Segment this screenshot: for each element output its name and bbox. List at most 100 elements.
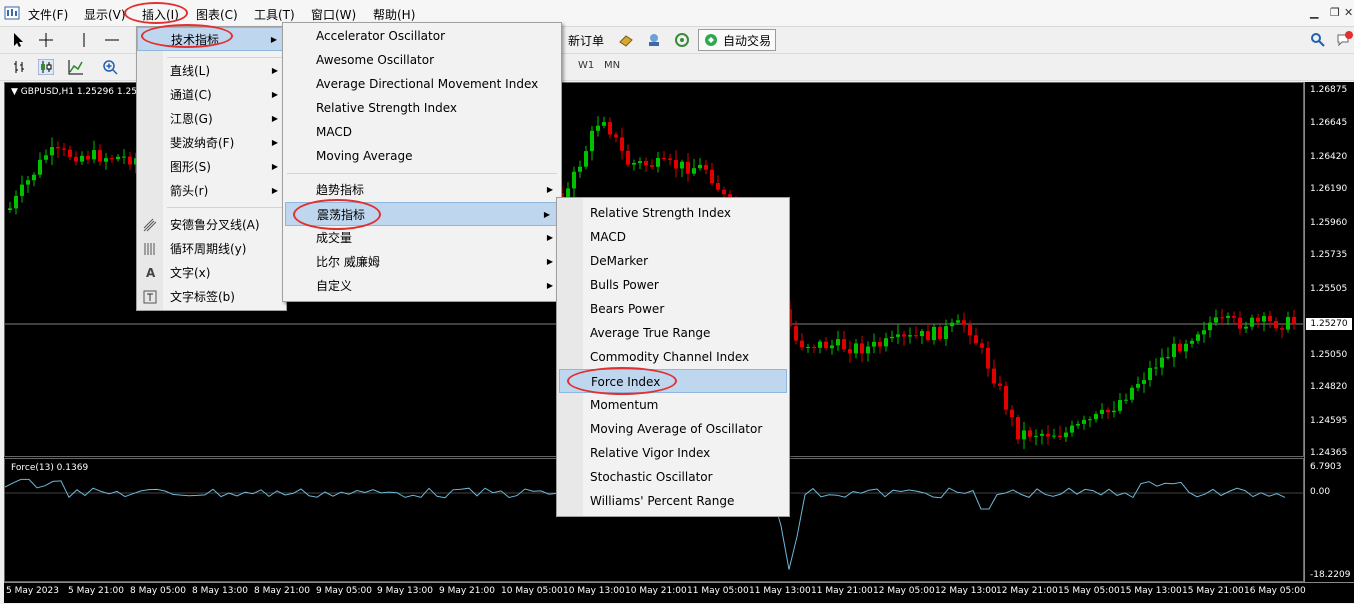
indicators-submenu: Accelerator Oscillator Awesome Oscillato… [282,22,562,302]
candle-body [800,340,804,348]
candle-body [1058,435,1062,438]
candle-body [1292,316,1296,325]
menu-item-williams-r[interactable]: Williams' Percent Range [557,489,789,513]
menu-item-adx[interactable]: Average Directional Movement Index [283,72,561,96]
menu-help[interactable]: 帮助(H) [373,6,415,23]
candle-body [1238,317,1242,329]
signal-icon[interactable] [674,31,690,49]
menu-item-label: 循环周期线(y) [170,242,247,256]
zoom-in-icon[interactable] [102,58,118,76]
time-label: 12 May 13:00 [935,586,997,596]
candle-body [1190,340,1194,344]
candle-body [872,341,876,347]
candle-body [20,184,24,196]
candle-body [1208,322,1212,331]
submenu-arrow-icon: ▶ [271,138,278,147]
menu-item-bill-williams[interactable]: 比尔 威廉姆 ▶ [283,250,561,274]
menu-item-label: 江恩(G) [170,112,213,126]
new-order-button[interactable]: 新订单 [568,31,604,49]
line-chart-icon[interactable] [68,58,84,76]
candle-body [680,161,684,169]
menu-item-awesome-oscillator[interactable]: Awesome Oscillator [283,48,561,72]
menu-view[interactable]: 显示(V) [84,6,126,23]
price-level: 1.25735 [1310,250,1348,260]
crosshair-icon[interactable] [38,31,54,49]
current-price-tag: 1.25270 [1306,318,1352,330]
close-icon[interactable]: ✕ [1344,6,1353,19]
menu-item-fibonacci[interactable]: 斐波纳奇(F) ▶ [137,131,286,155]
menu-item-lines[interactable]: 直线(L) ▶ [137,59,286,83]
candle-body [1010,409,1014,417]
candle-body [1022,430,1026,440]
menu-window[interactable]: 窗口(W) [311,6,356,23]
menu-item-label: Momentum [590,398,659,412]
menu-item-trend[interactable]: 趋势指标 ▶ [283,178,561,202]
menu-item-arrows[interactable]: 箭头(r) ▶ [137,179,286,203]
menu-item-accelerator-oscillator[interactable]: Accelerator Oscillator [283,24,561,48]
menu-item-cci[interactable]: Commodity Channel Index [557,345,789,369]
cursor-icon[interactable] [12,31,26,49]
navigator-icon[interactable] [646,31,662,49]
menu-item-moving-average[interactable]: Moving Average [283,144,561,168]
candle-body [890,336,894,339]
menu-item-macd[interactable]: MACD [557,225,789,249]
menu-item-bears-power[interactable]: Bears Power [557,297,789,321]
menu-item-text[interactable]: A 文字(x) [137,261,286,285]
timeframe-w1[interactable]: W1 [578,60,594,71]
menu-item-channels[interactable]: 通道(C) ▶ [137,83,286,107]
menu-item-text-label[interactable]: 文字标签(b) [137,285,286,309]
candle-body [128,156,132,165]
menu-item-stochastic[interactable]: Stochastic Oscillator [557,465,789,489]
candle-body [1004,385,1008,410]
menu-tools[interactable]: 工具(T) [254,6,295,23]
menu-file[interactable]: 文件(F) [28,6,68,23]
menu-item-osma[interactable]: Moving Average of Oscillator [557,417,789,441]
auto-trade-label: 自动交易 [723,33,772,48]
menu-item-gann[interactable]: 江恩(G) ▶ [137,107,286,131]
menu-item-atr[interactable]: Average True Range [557,321,789,345]
market-watch-icon[interactable] [618,31,634,49]
menu-item-demarker[interactable]: DeMarker [557,249,789,273]
bar-chart-icon[interactable] [12,58,28,76]
candle-body [104,158,108,162]
text-icon: A [146,266,156,280]
collapse-arrow-icon[interactable]: ▼ [11,87,21,97]
candle-body [956,320,960,323]
menu-item-andrews-pitchfork[interactable]: 安德鲁分叉线(A) [137,213,286,237]
candle-body [578,166,582,172]
candle-body [1220,317,1224,319]
price-level: 1.24595 [1310,416,1348,426]
horizontal-line-icon[interactable] [104,31,120,49]
timeframe-mn[interactable]: MN [604,60,620,71]
menu-item-momentum[interactable]: Momentum [557,393,789,417]
minimize-icon[interactable]: ▁ [1310,6,1318,19]
menu-item-macd[interactable]: MACD [283,120,561,144]
menu-item-bulls-power[interactable]: Bulls Power [557,273,789,297]
candle-body [56,147,60,149]
menu-item-label: 文字(x) [170,266,211,280]
menu-item-rvi[interactable]: Relative Vigor Index [557,441,789,465]
menu-item-shapes[interactable]: 图形(S) ▶ [137,155,286,179]
menu-item-label: 比尔 威廉姆 [316,255,380,269]
menu-item-custom[interactable]: 自定义 ▶ [283,274,561,298]
menu-charts[interactable]: 图表(C) [196,6,238,23]
candle-body [962,320,966,325]
vertical-line-icon[interactable] [80,31,88,49]
restore-icon[interactable]: ❐ [1330,6,1340,19]
menu-item-cycle-lines[interactable]: 循环周期线(y) [137,237,286,261]
menu-item-rsi[interactable]: Relative Strength Index [557,201,789,225]
candlestick-icon[interactable] [38,58,54,76]
candle-body [68,149,72,157]
annotation-oval [293,199,381,230]
force-index-label: Force(13) 0.1369 [11,463,89,473]
candle-body [998,383,1002,386]
chat-icon[interactable] [1336,31,1354,49]
submenu-arrow-icon: ▶ [270,35,277,44]
menu-item-label: Moving Average [316,149,413,163]
auto-trade-button[interactable]: 自动交易 [698,29,777,51]
candle-body [1148,367,1152,381]
search-icon[interactable] [1310,31,1326,49]
menu-item-rsi[interactable]: Relative Strength Index [283,96,561,120]
menu-item-volumes[interactable]: 成交量 ▶ [283,226,561,250]
candle-body [74,156,78,162]
